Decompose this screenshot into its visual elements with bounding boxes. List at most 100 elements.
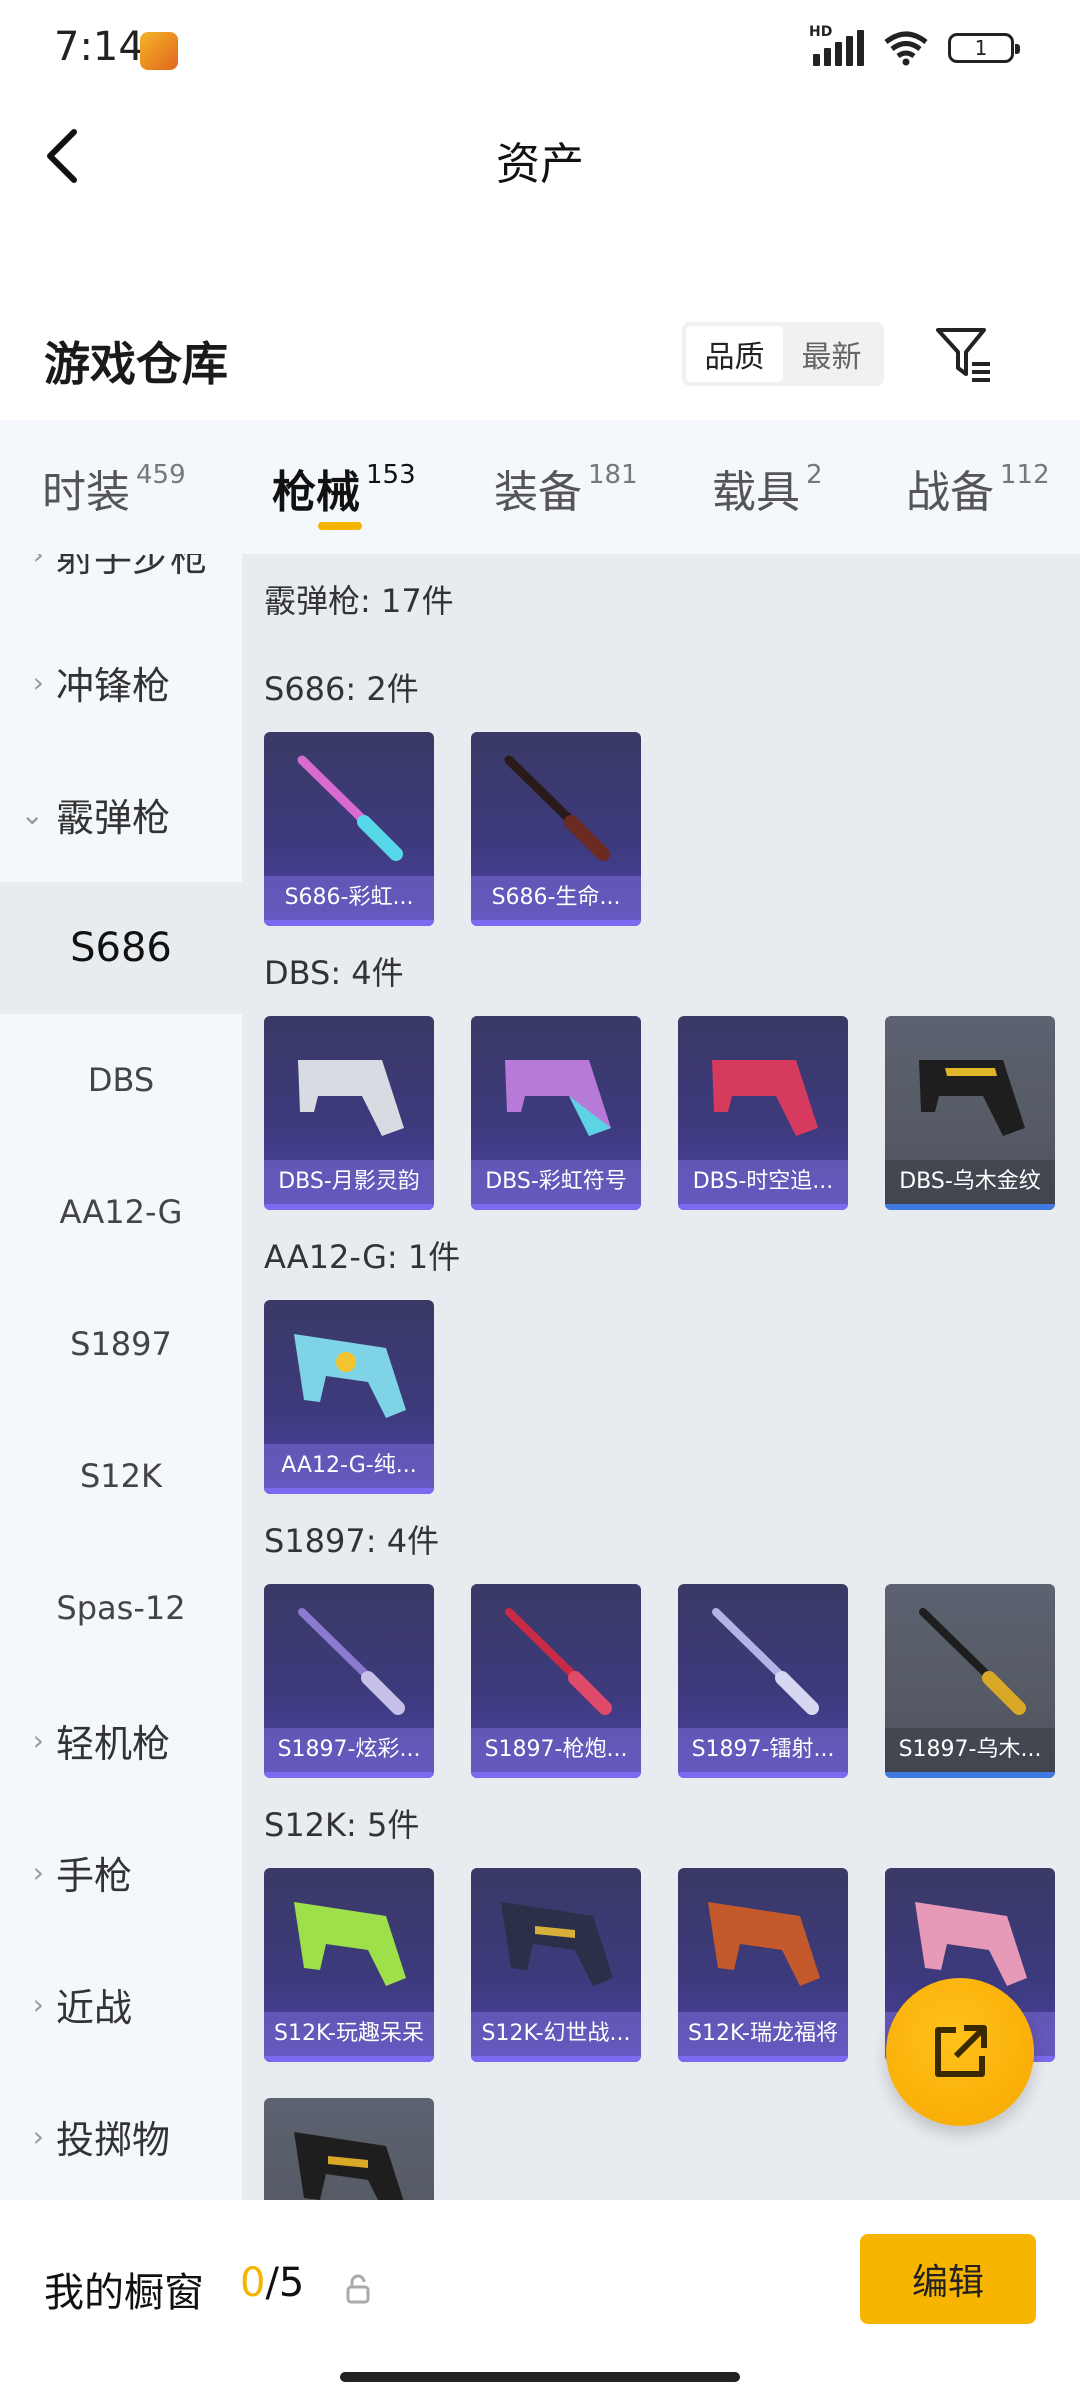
sidebar-item-label: 近战: [56, 1985, 133, 2030]
shotgun-skin-icon: [294, 1902, 406, 1986]
shotgun-skin-icon: [298, 1608, 405, 1715]
chevron-right-icon: ›: [32, 2119, 44, 2153]
sidebar-item-lmg[interactable]: › 轻机枪: [0, 1674, 242, 1806]
sidebar-sub-s12k[interactable]: S12K: [0, 1410, 242, 1542]
shotgun-skin-icon: [505, 1060, 611, 1136]
sidebar-item-label: 冲锋枪: [56, 663, 171, 708]
sidebar-sub-s686[interactable]: S686: [0, 882, 242, 1014]
item-card[interactable]: S1897-镭射...: [678, 1584, 848, 1778]
sidebar-item-pistol[interactable]: › 手枪: [0, 1806, 242, 1938]
sidebar-sub-dbs[interactable]: DBS: [0, 1014, 242, 1146]
chevron-right-icon: ›: [32, 665, 44, 699]
item-name: DBS-乌木金纹: [885, 1160, 1055, 1204]
item-name: S686-彩虹...: [264, 876, 434, 920]
item-card[interactable]: [264, 2098, 434, 2200]
category-tabs: 时装 459 枪械 153 装备 181 载具 2 战备 112: [0, 420, 1080, 554]
sidebar: › 射手步枪 › 冲锋枪 ⌄ 霰弹枪 S686 DBS AA12-G S1897…: [0, 554, 242, 2200]
item-card[interactable]: S12K-瑞龙福将: [678, 1868, 848, 2062]
sidebar-item-shotgun[interactable]: ⌄ 霰弹枪: [0, 748, 242, 880]
tab-vehicles[interactable]: 载具 2: [712, 456, 823, 520]
showcase-total: /5: [265, 2260, 305, 2306]
page-title: 资产: [496, 139, 584, 190]
sidebar-item-throwable[interactable]: › 投掷物: [0, 2070, 242, 2200]
tab-tactical[interactable]: 战备 112: [906, 456, 1050, 520]
tab-guns[interactable]: 枪械 153: [272, 456, 416, 520]
wifi-icon: [884, 31, 928, 66]
item-card[interactable]: S12K-玩趣呆呆: [264, 1868, 434, 2062]
tab-label: 时装: [42, 467, 130, 518]
item-name: S1897-炫彩...: [264, 1728, 434, 1772]
filter-icon[interactable]: [934, 324, 994, 384]
sort-toggle: 品质 最新: [682, 322, 884, 386]
sidebar-item-label: 霰弹枪: [56, 795, 171, 840]
tab-label: 装备: [494, 467, 582, 518]
item-card[interactable]: S686-彩虹...: [264, 732, 434, 926]
sidebar-item-marksman[interactable]: › 射手步枪: [0, 554, 242, 620]
sidebar-sub-spas12[interactable]: Spas-12: [0, 1542, 242, 1674]
shotgun-skin-icon: [294, 1334, 406, 1418]
item-name: DBS-彩虹符号: [471, 1160, 641, 1204]
shotgun-skin-icon: [297, 755, 403, 861]
sidebar-item-smg[interactable]: › 冲锋枪: [0, 616, 242, 748]
shotgun-skin-icon: [919, 1060, 1025, 1136]
shotgun-skin-icon: [712, 1060, 818, 1136]
shotgun-skin-icon: [504, 755, 610, 861]
item-name: AA12-G-纯...: [264, 1444, 434, 1488]
shotgun-skin-icon: [501, 1902, 613, 1986]
shotgun-skin-icon: [505, 1608, 612, 1715]
sort-quality-button[interactable]: 品质: [686, 326, 783, 382]
status-bar: 7:14 HD 1: [0, 0, 1080, 100]
lock-icon: [346, 2274, 370, 2304]
shotgun-skin-icon: [708, 1902, 820, 1986]
item-card[interactable]: DBS-时空追...: [678, 1016, 848, 1210]
item-card[interactable]: DBS-乌木金纹: [885, 1016, 1055, 1210]
chevron-right-icon: ›: [32, 1723, 44, 1757]
chevron-right-icon: ›: [32, 1855, 44, 1889]
item-card[interactable]: AA12-G-纯...: [264, 1300, 434, 1494]
tab-count: 181: [588, 460, 638, 490]
group-title: S1897: 4件: [264, 1522, 440, 1560]
item-name: S1897-乌木...: [885, 1728, 1055, 1772]
item-grid-panel: 霰弹枪: 17件 S686: 2件 S686-彩虹... S686-生命... …: [242, 554, 1080, 2200]
tab-costume[interactable]: 时装 459: [42, 456, 186, 520]
active-tab-indicator: [318, 522, 362, 530]
edit-button[interactable]: 编辑: [860, 2234, 1036, 2324]
tab-count: 2: [806, 460, 823, 490]
share-fab[interactable]: [886, 1978, 1034, 2126]
tab-label: 枪械: [272, 467, 360, 518]
chevron-down-icon: ⌄: [20, 797, 44, 831]
item-card[interactable]: S686-生命...: [471, 732, 641, 926]
item-name: S12K-瑞龙福将: [678, 2012, 848, 2056]
sidebar-sub-s1897[interactable]: S1897: [0, 1278, 242, 1410]
chevron-right-icon: ›: [32, 1987, 44, 2021]
sort-latest-button[interactable]: 最新: [783, 326, 880, 382]
status-time: 7:14: [54, 24, 144, 70]
shotgun-skin-icon: [919, 1608, 1026, 1715]
item-card[interactable]: DBS-月影灵韵: [264, 1016, 434, 1210]
home-indicator[interactable]: [340, 2372, 740, 2382]
item-card[interactable]: S12K-幻世战...: [471, 1868, 641, 2062]
item-card[interactable]: DBS-彩虹符号: [471, 1016, 641, 1210]
group-title: S12K: 5件: [264, 1806, 420, 1844]
tab-count: 153: [366, 460, 416, 490]
sidebar-item-melee[interactable]: › 近战: [0, 1938, 242, 2070]
shotgun-skin-icon: [712, 1608, 819, 1715]
item-card[interactable]: S1897-乌木...: [885, 1584, 1055, 1778]
sidebar-item-label: 手枪: [56, 1853, 133, 1898]
tab-label: 战备: [906, 467, 994, 518]
cellular-signal-icon: HD: [809, 24, 864, 66]
showcase-bar: 我的橱窗 0/5 编辑: [0, 2200, 1080, 2400]
sidebar-sub-aa12g[interactable]: AA12-G: [0, 1146, 242, 1278]
item-name: S12K-幻世战...: [471, 2012, 641, 2056]
network-type-label: HD: [809, 24, 833, 40]
tab-count: 459: [136, 460, 186, 490]
sidebar-item-label: 射手步枪: [56, 554, 209, 580]
item-card[interactable]: S1897-枪炮...: [471, 1584, 641, 1778]
group-title: S686: 2件: [264, 670, 419, 708]
showcase-used: 0: [240, 2260, 266, 2306]
item-card[interactable]: S1897-炫彩...: [264, 1584, 434, 1778]
app-notification-icon: [140, 32, 178, 70]
tab-equipment[interactable]: 装备 181: [494, 456, 638, 520]
tab-count: 112: [1000, 460, 1050, 490]
sidebar-item-label: 投掷物: [56, 2117, 171, 2162]
